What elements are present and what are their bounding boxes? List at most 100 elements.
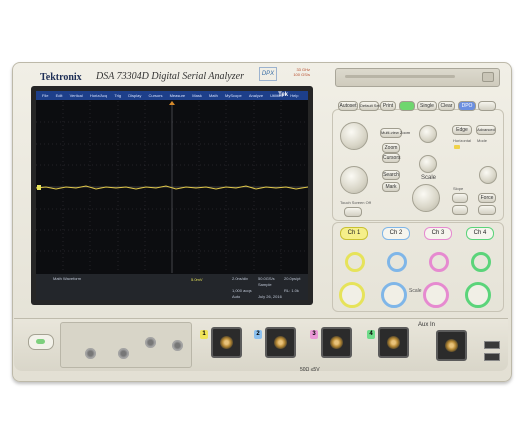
ch4-scale-knob[interactable] — [465, 282, 491, 308]
autoset-button[interactable]: Autoset — [338, 101, 358, 111]
channel-2-input[interactable] — [265, 327, 296, 358]
usb-port-2[interactable] — [484, 353, 500, 361]
brand-logo: Tektronix — [40, 72, 82, 83]
trigger-extra-button[interactable] — [478, 205, 496, 215]
oscilloscope-screen[interactable]: File Edit Vertical Horiz/Acq Trig Displa… — [36, 91, 308, 300]
menu-analyze[interactable]: Analyze — [249, 93, 263, 98]
single-button[interactable]: Single — [417, 101, 437, 111]
bnc-connector-icon — [387, 336, 400, 349]
bnc-connector-icon — [220, 336, 233, 349]
run-stop-button[interactable] — [399, 101, 415, 111]
dvd-eject-button[interactable] — [482, 72, 494, 82]
horizontal-scale[interactable]: 2.0ns/div — [232, 276, 248, 281]
bandwidth-badge: 33 GHz 100 GS/s — [293, 67, 310, 77]
dvd-slot — [345, 75, 455, 78]
ch3-scale-knob[interactable] — [423, 282, 449, 308]
ch3-position-knob[interactable] — [429, 252, 449, 272]
input-rating-warning: 50Ω ≤5V — [300, 367, 320, 373]
vertical-scale-label: Scale — [409, 288, 422, 294]
usb-port-1[interactable] — [484, 341, 500, 349]
menu-measure[interactable]: Measure — [170, 93, 186, 98]
ch1-scale-knob[interactable] — [339, 282, 365, 308]
channel-3-button[interactable]: Ch 3 — [424, 227, 452, 240]
mark-button[interactable]: Mark — [382, 182, 400, 192]
menu-bar: File Edit Vertical Horiz/Acq Trig Displa… — [36, 91, 308, 100]
multipurpose-a-knob[interactable] — [340, 122, 368, 150]
touch-screen-label: Touch Screen Off — [340, 200, 371, 205]
search-button[interactable]: Search — [382, 170, 400, 180]
menu-cursors[interactable]: Cursors — [148, 93, 162, 98]
channel-readout[interactable]: 5.0mV — [191, 277, 203, 282]
menu-horiz-acq[interactable]: Horiz/Acq — [90, 93, 107, 98]
menu-myscope[interactable]: MyScope — [225, 93, 242, 98]
ch2-position-knob[interactable] — [387, 252, 407, 272]
bnc-connector-icon — [445, 339, 458, 352]
acquire-mode: Sample — [258, 282, 272, 287]
status-badge: Math Waveform — [53, 276, 82, 281]
ground-terminal[interactable] — [172, 340, 183, 351]
multiview-zoom-button[interactable]: Multi-view Zoom — [380, 128, 410, 138]
tek-logo: Tek — [278, 92, 288, 98]
horizontal-resolution-knob[interactable] — [419, 155, 437, 173]
aux-out-connector[interactable] — [85, 348, 96, 359]
sample-rate: 50.0GS/s — [258, 276, 275, 281]
default-setup-button[interactable]: Default Setup — [359, 101, 384, 111]
record-length: RL: 1.0k — [284, 288, 299, 293]
status-bar: Math Waveform 5.0mV 2.0ns/div 50.0GS/s 2… — [36, 274, 308, 300]
power-led — [36, 339, 45, 344]
channel-2-button[interactable]: Ch 2 — [382, 227, 410, 240]
channel-3-input[interactable] — [321, 327, 352, 358]
advanced-trigger-button[interactable]: Advanced — [476, 125, 496, 135]
bnc-connector-icon — [274, 336, 287, 349]
aux-in-input[interactable] — [436, 330, 467, 361]
channel-4-button[interactable]: Ch 4 — [466, 227, 494, 240]
force-trigger-button[interactable]: Force — [478, 193, 496, 203]
horizontal-position-knob[interactable] — [419, 125, 437, 143]
time-per-point: 20.0ps/pt — [284, 276, 301, 281]
ch4-position-knob[interactable] — [471, 252, 491, 272]
source-label: Horizontal — [453, 138, 472, 143]
graticule — [36, 101, 308, 273]
menu-display[interactable]: Display — [128, 93, 141, 98]
clear-button[interactable]: Clear — [438, 101, 455, 111]
date-readout: July 26, 2016 — [258, 294, 282, 299]
power-button[interactable] — [28, 334, 54, 350]
model-name: DSA 73304D Digital Serial Analyzer — [96, 71, 244, 82]
acquire-count: 1,000 acqs — [232, 288, 252, 293]
channel-1-button[interactable]: Ch 1 — [340, 227, 368, 240]
slope-label: Slope — [453, 186, 464, 191]
multipurpose-b-knob[interactable] — [340, 166, 368, 194]
aux-in-label: Aux In — [418, 322, 436, 328]
probe-comp-connector[interactable] — [145, 337, 156, 348]
menu-file[interactable]: File — [42, 93, 48, 98]
ch1-source-led — [454, 145, 460, 149]
menu-edit[interactable]: Edit — [56, 93, 63, 98]
input-1-label: 1 — [200, 330, 208, 339]
trigger-level-knob[interactable] — [479, 166, 497, 184]
trigger-menu-button[interactable] — [452, 205, 468, 215]
channel-1-input[interactable] — [211, 327, 242, 358]
bnc-connector-icon — [330, 336, 343, 349]
dpx-badge: DPX — [259, 67, 277, 81]
touch-screen-button[interactable] — [344, 207, 362, 217]
menu-vertical[interactable]: Vertical — [70, 93, 83, 98]
ch2-scale-knob[interactable] — [381, 282, 407, 308]
edge-trigger-button[interactable]: Edge — [452, 125, 472, 135]
menu-math[interactable]: Math — [209, 93, 218, 98]
input-3-label: 3 — [310, 330, 318, 339]
fast-acq-button[interactable]: DPO — [458, 101, 476, 111]
menu-trig[interactable]: Trig — [114, 93, 121, 98]
menu-help[interactable]: Help — [290, 93, 298, 98]
run-mode: Auto — [232, 294, 241, 299]
menu-mask[interactable]: Mask — [192, 93, 202, 98]
zoom-button[interactable]: Zoom — [382, 143, 400, 153]
ch1-position-knob[interactable] — [345, 252, 365, 272]
horizontal-scale-knob[interactable] — [412, 184, 440, 212]
channel-4-input[interactable] — [378, 327, 409, 358]
cursors-button[interactable]: Cursors — [382, 153, 401, 163]
ref-in-connector[interactable] — [118, 348, 129, 359]
input-2-label: 2 — [254, 330, 262, 339]
intensity-button[interactable] — [478, 101, 496, 111]
print-button[interactable]: Print — [380, 101, 396, 111]
slope-button[interactable] — [452, 193, 468, 203]
